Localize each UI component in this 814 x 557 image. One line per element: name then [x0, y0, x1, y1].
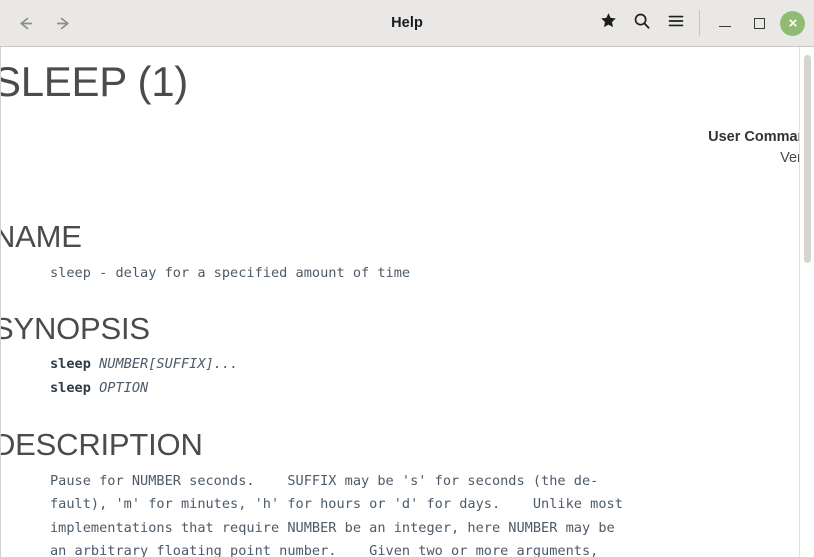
vertical-scrollbar-thumb[interactable]: [804, 55, 811, 263]
arrow-right-icon: [54, 14, 73, 33]
forward-button[interactable]: [48, 8, 78, 38]
close-button[interactable]: [780, 10, 805, 36]
back-button[interactable]: [10, 8, 40, 38]
minimize-button[interactable]: [711, 9, 739, 37]
bookmarks-button[interactable]: [591, 7, 625, 39]
maximize-button[interactable]: [745, 9, 773, 37]
vertical-scrollbar[interactable]: [799, 47, 814, 557]
titlebar-separator: [699, 10, 700, 36]
man-date: Date: September 2019: [1, 169, 814, 190]
minimize-icon: [719, 25, 731, 28]
star-icon: [600, 12, 617, 34]
man-version: Version: GNU coreutils 8.30: [780, 150, 814, 166]
main-menu-button[interactable]: [659, 7, 693, 39]
section-heading-synopsis: SYNOPSIS: [0, 310, 150, 346]
section-heading-description: DESCRIPTION: [0, 426, 203, 462]
document-viewport[interactable]: SLEEP (1) User Commands S Version: GNU c…: [0, 47, 814, 557]
titlebar-actions: [591, 7, 814, 39]
search-icon: [633, 12, 651, 35]
man-meta-row-section: User Commands S: [1, 127, 814, 148]
maximize-icon: [753, 17, 765, 29]
navigation-group: [0, 8, 78, 38]
synopsis-command-2: sleep: [50, 379, 91, 396]
man-page: SLEEP (1) User Commands S Version: GNU c…: [0, 47, 814, 557]
synopsis-arg-1: NUMBER[SUFFIX]...: [99, 356, 239, 373]
page-title: SLEEP (1): [0, 58, 188, 105]
synopsis-command-1: sleep: [50, 356, 91, 373]
title-bar: Help: [0, 0, 814, 47]
section-body-description: Pause for NUMBER seconds. SUFFIX may be …: [50, 473, 623, 557]
man-header-meta: User Commands S Version: GNU coreutils 8…: [1, 127, 814, 190]
section-heading-name: NAME: [0, 219, 82, 254]
section-body-name: sleep - delay for a specified amount of …: [50, 264, 411, 281]
section-body-synopsis: sleep NUMBER[SUFFIX]... sleep OPTION: [1, 353, 814, 399]
close-icon: [787, 17, 799, 29]
search-button[interactable]: [625, 7, 659, 39]
synopsis-arg-2: OPTION: [99, 379, 149, 396]
hamburger-menu-icon: [667, 12, 685, 35]
arrow-left-icon: [16, 14, 35, 33]
